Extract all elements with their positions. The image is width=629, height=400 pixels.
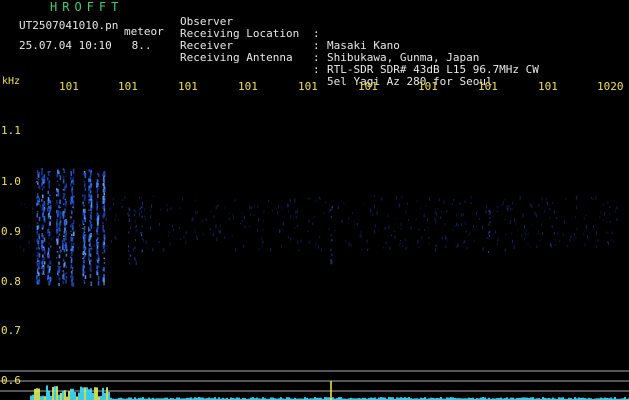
freq-tick: 101 <box>238 80 258 93</box>
freq-tick: 101 <box>478 80 498 93</box>
freq-tick: 101 <box>59 80 79 93</box>
meteor-echo-layer <box>20 168 619 287</box>
y-axis-label: 0.9 <box>1 225 21 238</box>
y-axis-label: 0.6 <box>1 374 21 387</box>
freq-tick: 101 <box>178 80 198 93</box>
y-axis-label: 1.1 <box>1 124 21 137</box>
freq-tick: 101 <box>538 80 558 93</box>
file-name: UT2507041010.pn <box>19 19 119 32</box>
freq-tick: 1020 <box>597 80 624 93</box>
app-title: HROFFT <box>50 0 124 14</box>
y-axis-label: 0.8 <box>1 275 21 288</box>
antenna-sep: : <box>313 63 320 76</box>
antenna-key: Receiving Antenna <box>180 51 293 64</box>
frequency-unit: kHz <box>2 76 21 87</box>
freq-tick: 101 <box>358 80 378 93</box>
freq-tick: 101 <box>298 80 318 93</box>
freq-tick: 101 <box>118 80 138 93</box>
date-time: 25.07.04 10:10 8.. <box>19 39 152 52</box>
freq-tick: 101 <box>418 80 438 93</box>
frequency-axis: 101 101 101 101 101 101 101 101 101 1020 <box>0 80 629 94</box>
y-axis-label: 0.7 <box>1 324 21 337</box>
signal-histogram <box>30 385 629 400</box>
meteor-label: meteor <box>124 25 164 38</box>
y-axis-label: 1.0 <box>1 175 21 188</box>
